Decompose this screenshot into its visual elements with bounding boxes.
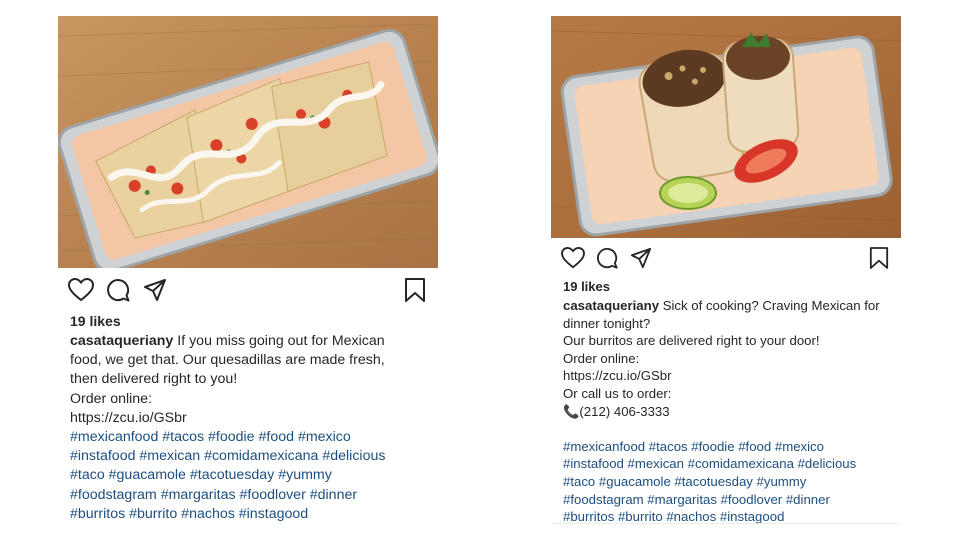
caption-line: If you miss going out for Mexican: [177, 333, 385, 349]
post-burrito: 19 likes casataqueriany Sick of cooking?…: [551, 16, 901, 536]
username-link[interactable]: casataqueriany: [70, 333, 173, 349]
caption-line: Our burritos are delivered right to your…: [563, 333, 820, 349]
hashtag-line[interactable]: #instafood #mexican #comidamexicana #del…: [70, 447, 385, 466]
action-bar: [67, 277, 428, 307]
post-caption: casataqueriany If you miss going out for…: [70, 332, 385, 524]
hashtag-line[interactable]: #taco #guacamole #tacotuesday #yummy: [563, 473, 880, 491]
hashtag-line[interactable]: #instafood #mexican #comidamexicana #del…: [563, 455, 880, 473]
caption-line: then delivered right to you!: [70, 371, 238, 388]
bookmark-icon[interactable]: [404, 278, 426, 307]
caption-line: Order online:: [563, 350, 640, 366]
share-icon[interactable]: [630, 247, 652, 274]
caption-line: food, we get that. Our quesadillas are m…: [70, 352, 385, 369]
order-link[interactable]: https://zcu.io/GSbr: [70, 409, 385, 428]
caption-line: Order online:: [70, 390, 153, 407]
comment-icon[interactable]: [596, 247, 618, 274]
username-link[interactable]: casataqueriany: [563, 298, 659, 313]
heart-icon[interactable]: [67, 277, 95, 307]
post-photo-burrito[interactable]: [551, 16, 901, 238]
hashtag-line[interactable]: #taco #guacamole #tacotuesday #yummy: [70, 466, 385, 485]
post-caption: casataqueriany Sick of cooking? Craving …: [563, 297, 880, 526]
hashtag-line[interactable]: #burritos #burrito #nachos #instagood: [70, 505, 385, 524]
comment-icon[interactable]: [106, 278, 130, 307]
burrito-photo: [551, 16, 901, 238]
heart-icon[interactable]: [561, 246, 585, 274]
caption-line: Sick of cooking? Craving Mexican for: [662, 298, 880, 313]
bookmark-icon[interactable]: [869, 247, 889, 274]
post-quesadilla: 19 likes casataqueriany If you miss goin…: [58, 16, 438, 536]
hashtag-line[interactable]: #foodstagram #margaritas #foodlover #din…: [563, 491, 880, 509]
divider: [551, 523, 901, 524]
share-icon[interactable]: [143, 278, 167, 307]
action-bar: [561, 246, 891, 274]
quesadilla-photo: [58, 16, 438, 268]
post-photo-quesadilla[interactable]: [58, 16, 438, 268]
order-link[interactable]: https://zcu.io/GSbr: [563, 367, 880, 385]
likes-count[interactable]: 19 likes: [70, 313, 121, 329]
caption-line: Or call us to order:: [563, 385, 672, 401]
phone-number[interactable]: 📞(212) 406-3333: [563, 403, 880, 421]
hashtag-line[interactable]: #mexicanfood #tacos #foodie #food #mexic…: [563, 438, 880, 456]
likes-count[interactable]: 19 likes: [563, 279, 610, 294]
caption-line: dinner tonight?: [563, 315, 651, 331]
hashtag-line[interactable]: #foodstagram #margaritas #foodlover #din…: [70, 486, 385, 505]
hashtag-line[interactable]: #mexicanfood #tacos #foodie #food #mexic…: [70, 428, 385, 447]
